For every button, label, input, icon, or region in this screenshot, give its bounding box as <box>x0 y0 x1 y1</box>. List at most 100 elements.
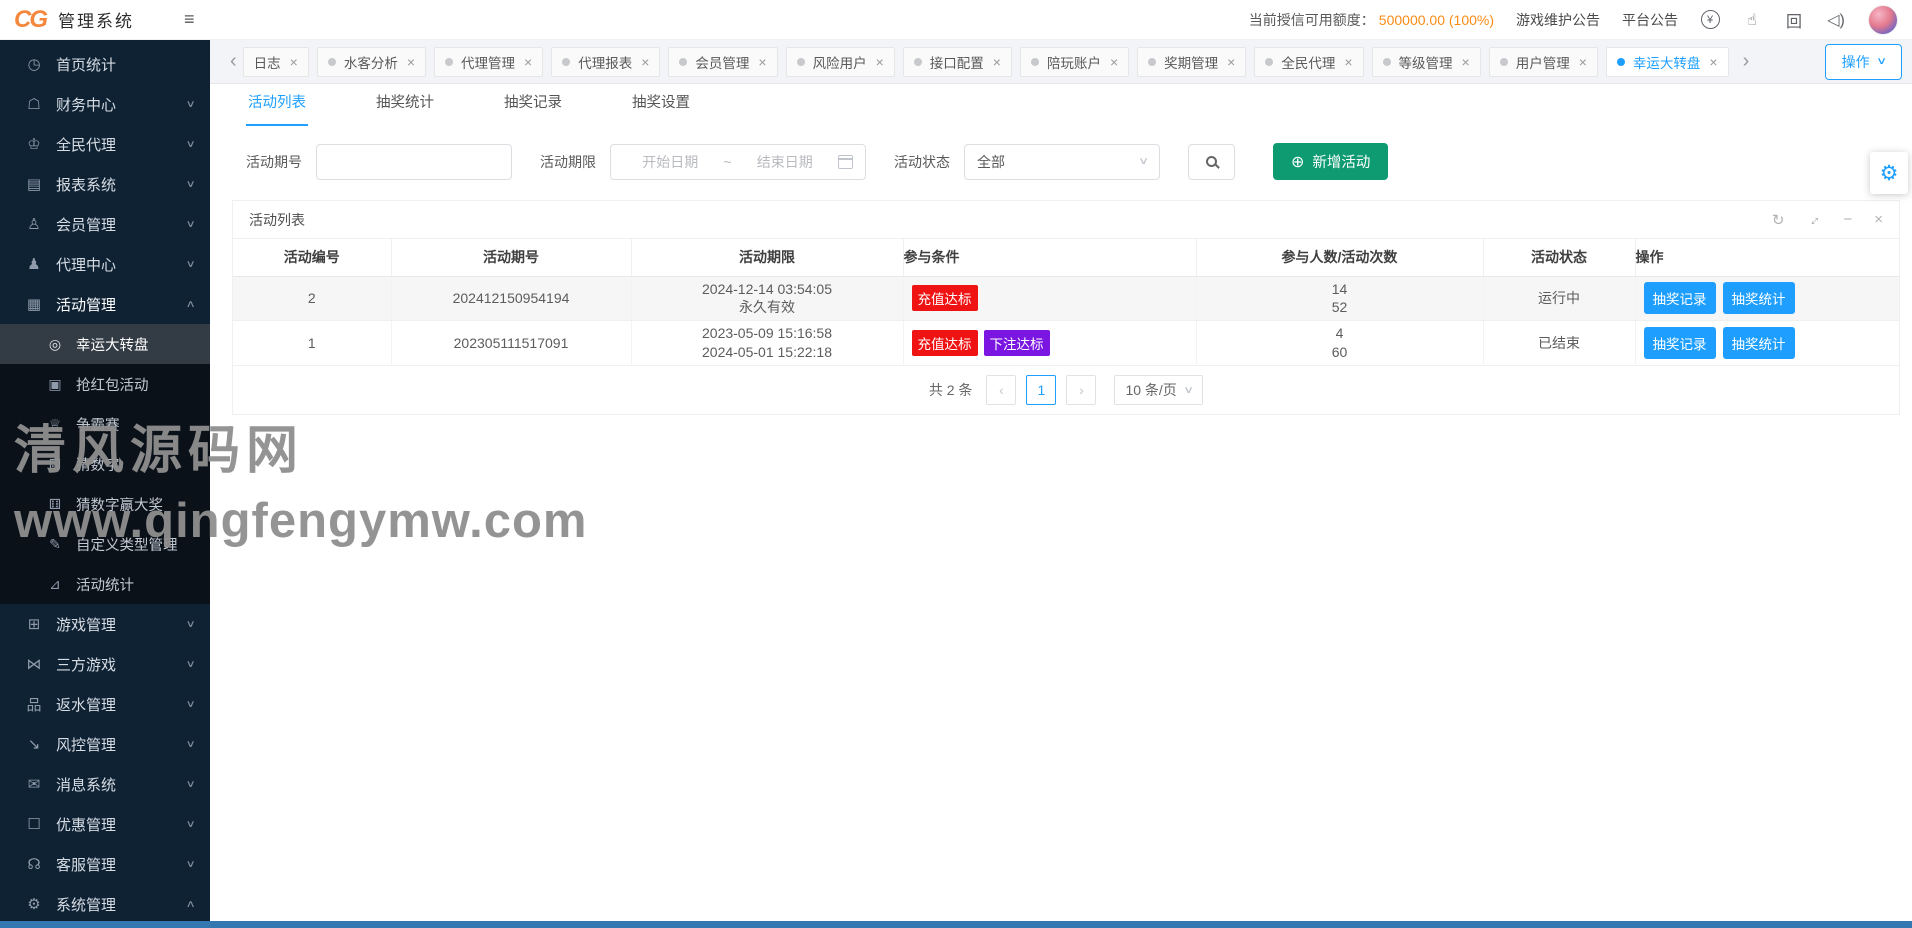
close-icon[interactable]: × <box>1709 54 1717 70</box>
sidebar-item-guess-number-prize[interactable]: ⚅猜数字赢大奖 <box>0 484 210 524</box>
sidebar-item-tournament[interactable]: ♕争霸赛 <box>0 404 210 444</box>
tab-user-mgmt[interactable]: 用户管理× <box>1489 47 1598 77</box>
platform-announcement-link[interactable]: 平台公告 <box>1622 10 1678 30</box>
tab-level-mgmt[interactable]: 等级管理× <box>1372 47 1481 77</box>
close-icon[interactable]: × <box>524 54 532 70</box>
tab-api-config[interactable]: 接口配置× <box>903 47 1012 77</box>
close-icon[interactable]: × <box>290 54 298 70</box>
sidebar-item-custom-type-mgmt[interactable]: ✎自定义类型管理 <box>0 524 210 564</box>
close-icon[interactable]: × <box>758 54 766 70</box>
subtab-draw-records[interactable]: 抽奖记录 <box>502 81 564 126</box>
tab-member-mgmt[interactable]: 会员管理× <box>668 47 777 77</box>
draw-records-button[interactable]: 抽奖记录 <box>1644 282 1716 314</box>
sidebar-item-home-stats[interactable]: ◷首页统计 <box>0 44 210 84</box>
close-icon[interactable]: × <box>1579 54 1587 70</box>
close-icon[interactable]: × <box>1874 211 1883 228</box>
moneybag-icon[interactable]: ¥ <box>1700 10 1720 29</box>
tab-log[interactable]: 日志× <box>243 47 309 77</box>
pagination-page-1-button[interactable]: 1 <box>1026 375 1056 405</box>
sidebar-item-risk-mgmt[interactable]: ↘风控管理∨ <box>0 724 210 764</box>
pagination-prev-button[interactable]: ‹ <box>986 375 1016 405</box>
cell-actions: 抽奖记录抽奖统计 <box>1635 321 1899 366</box>
date-range-picker[interactable]: 开始日期 ~ 结束日期 <box>610 144 866 180</box>
close-icon[interactable]: × <box>993 54 1001 70</box>
subtab-draw-settings[interactable]: 抽奖设置 <box>630 81 692 126</box>
tab-actions-button[interactable]: 操作∨ <box>1825 44 1902 80</box>
sidebar-item-support-mgmt[interactable]: ☊客服管理∨ <box>0 844 210 884</box>
period-input[interactable] <box>316 144 512 180</box>
pagination-next-button[interactable]: › <box>1066 375 1096 405</box>
table-settings-gear-icon[interactable]: ⚙ <box>1870 152 1908 194</box>
speaker-icon[interactable]: ◁) <box>1826 10 1846 30</box>
close-icon[interactable]: × <box>641 54 649 70</box>
chevron-down-icon: ∨ <box>185 139 195 150</box>
sidebar-item-red-packet[interactable]: ▣抢红包活动 <box>0 364 210 404</box>
sidebar-item-system-mgmt[interactable]: ⚙系统管理∧ <box>0 884 210 924</box>
per-page-select[interactable]: 10 条/页∨ <box>1114 375 1203 405</box>
close-icon[interactable]: × <box>1227 54 1235 70</box>
subtab-draw-stats[interactable]: 抽奖统计 <box>374 81 436 126</box>
tab-agent-report[interactable]: 代理报表× <box>551 47 660 77</box>
condition-badge: 充值达标 <box>912 330 978 356</box>
close-icon[interactable]: × <box>876 54 884 70</box>
search-button[interactable] <box>1188 144 1235 180</box>
tab-lucky-wheel[interactable]: 幸运大转盘× <box>1606 47 1729 77</box>
module-subtabs: 活动列表 抽奖统计 抽奖记录 抽奖设置 <box>210 84 1912 126</box>
sidebar-item-guess-number[interactable]: ⚄猜数字 <box>0 444 210 484</box>
sidebar-item-activity-stats[interactable]: ⊿活动统计 <box>0 564 210 604</box>
status-select-value: 全部 <box>977 152 1005 172</box>
hand-coin-icon[interactable]: ☝ <box>1742 10 1762 30</box>
tab-all-agent[interactable]: 全民代理× <box>1254 47 1363 77</box>
minimize-icon[interactable]: − <box>1843 211 1852 228</box>
chevron-down-icon: ∨ <box>185 179 195 190</box>
sidebar-collapse-icon[interactable]: ≡ <box>184 9 195 30</box>
refresh-icon[interactable]: ↻ <box>1772 211 1785 229</box>
sidebar-item-third-party-games[interactable]: ⋈三方游戏∨ <box>0 644 210 684</box>
game-maintenance-announcement-link[interactable]: 游戏维护公告 <box>1516 10 1600 30</box>
subtab-activity-list[interactable]: 活动列表 <box>246 81 308 126</box>
close-icon[interactable]: × <box>1110 54 1118 70</box>
tab-status-dot <box>679 58 687 66</box>
cell-actions: 抽奖记录抽奖统计 <box>1635 276 1899 321</box>
add-activity-button[interactable]: ⊕新增活动 <box>1273 143 1388 180</box>
table-row: 1 202305111517091 2023-05-09 15:16:58202… <box>233 321 1899 366</box>
tab-risk-users[interactable]: 风险用户× <box>786 47 895 77</box>
sidebar-item-game-mgmt[interactable]: ⊞游戏管理∨ <box>0 604 210 644</box>
close-icon[interactable]: × <box>407 54 415 70</box>
tabs-scroll-right-icon[interactable]: › <box>1737 50 1756 73</box>
close-icon[interactable]: × <box>1344 54 1352 70</box>
sidebar-item-rebate-mgmt[interactable]: 品返水管理∨ <box>0 684 210 724</box>
sidebar-item-promo-mgmt[interactable]: ☐优惠管理∨ <box>0 804 210 844</box>
tabs-scroll-left-icon[interactable]: ‹ <box>224 50 243 73</box>
search-icon <box>1206 156 1217 167</box>
risk-icon: ↘ <box>24 735 44 753</box>
red-packet-icon: ▣ <box>46 376 64 393</box>
sidebar-item-member-mgmt[interactable]: ♙会员管理∨ <box>0 204 210 244</box>
sidebar-item-report-system[interactable]: ▤报表系统∨ <box>0 164 210 204</box>
tab-agent-mgmt[interactable]: 代理管理× <box>434 47 543 77</box>
sidebar-item-activity-mgmt[interactable]: ▦活动管理∧ <box>0 284 210 324</box>
sidebar-item-agent-center[interactable]: ♟代理中心∨ <box>0 244 210 284</box>
sidebar-item-all-agent[interactable]: ♔全民代理∨ <box>0 124 210 164</box>
tab-water-analysis[interactable]: 水客分析× <box>317 47 426 77</box>
shield-icon: ☖ <box>24 95 44 113</box>
draw-stats-button[interactable]: 抽奖统计 <box>1723 327 1795 359</box>
draw-stats-button[interactable]: 抽奖统计 <box>1723 282 1795 314</box>
chevron-down-icon: ∨ <box>185 259 195 270</box>
expand-icon[interactable]: ↔ <box>1803 208 1826 231</box>
sidebar-item-lucky-wheel[interactable]: ◎幸运大转盘 <box>0 324 210 364</box>
sidebar-item-message-system[interactable]: ✉消息系统∨ <box>0 764 210 804</box>
cell-conditions: 充值达标下注达标 <box>903 321 1196 366</box>
headset-icon: ☊ <box>24 855 44 873</box>
cell-period: 202305111517091 <box>391 321 631 366</box>
draw-records-button[interactable]: 抽奖记录 <box>1644 327 1716 359</box>
close-icon[interactable]: × <box>1462 54 1470 70</box>
user-avatar[interactable] <box>1868 5 1898 35</box>
tab-status-dot <box>1500 58 1508 66</box>
status-select[interactable]: 全部 ∨ <box>964 144 1160 180</box>
fullscreen-icon[interactable]: 回 <box>1784 8 1804 32</box>
date-start-placeholder: 开始日期 <box>623 152 717 172</box>
tab-companion-account[interactable]: 陪玩账户× <box>1020 47 1129 77</box>
tab-draw-period-mgmt[interactable]: 奖期管理× <box>1137 47 1246 77</box>
sidebar-item-finance-center[interactable]: ☖财务中心∨ <box>0 84 210 124</box>
